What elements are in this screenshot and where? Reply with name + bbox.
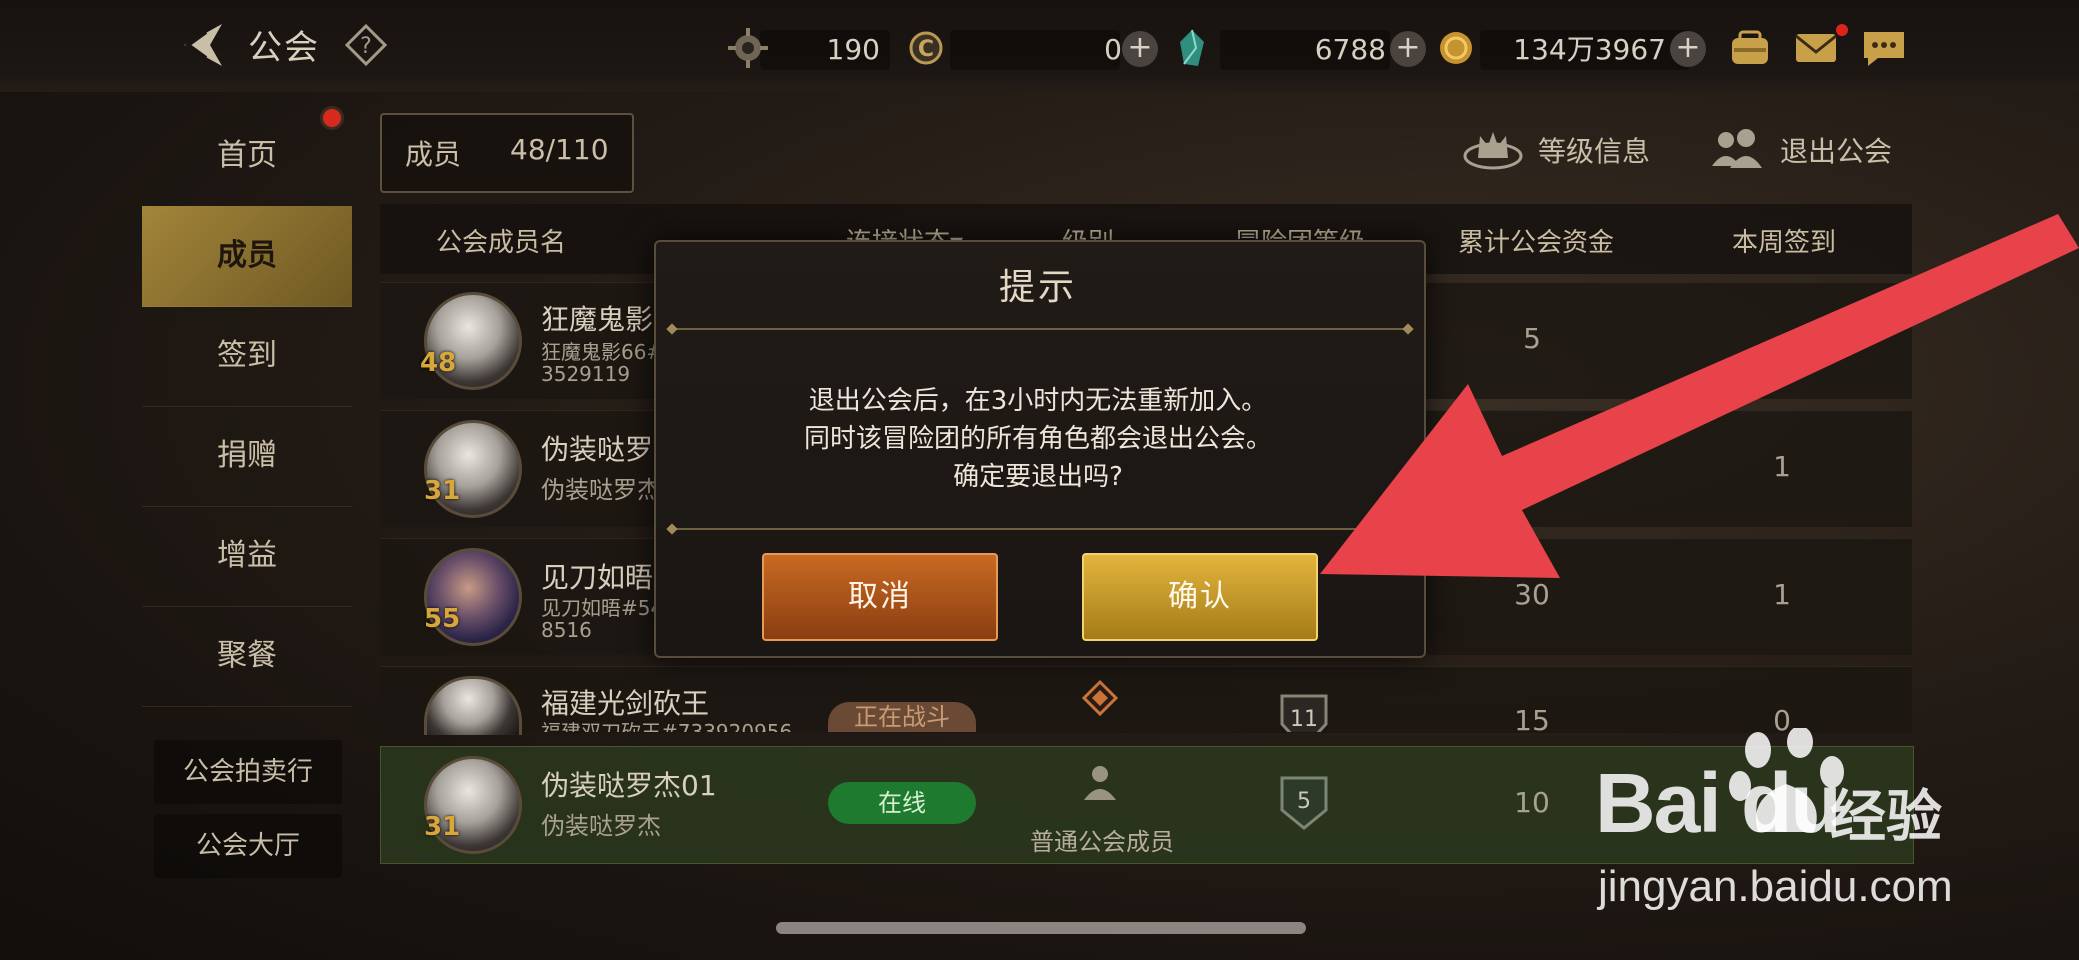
cancel-button[interactable]: 取消 [762, 553, 998, 641]
col-funds: 累计公会资金 [1458, 228, 1615, 258]
team-level-shield-icon: 11 [1280, 694, 1328, 732]
sidebar-item-home[interactable]: 首页 [142, 106, 352, 207]
col-name: 公会成员名 [436, 228, 567, 258]
chat-icon[interactable] [1860, 24, 1908, 72]
gear-emblem-icon [728, 28, 768, 68]
dialog-message-line: 退出公会后，在3小时内无法重新加入。 [808, 386, 1268, 416]
funds-cell: 30 [1514, 578, 1550, 611]
help-icon[interactable]: ? [345, 24, 387, 66]
members-count: 48/110 [510, 133, 609, 166]
coin-c-icon: C [909, 31, 943, 65]
home-indicator[interactable] [776, 922, 1306, 934]
home-notification-dot [323, 109, 341, 127]
sidebar-item-buff[interactable]: 增益 [142, 506, 352, 607]
member-id: 伪装哒罗杰 [541, 476, 661, 504]
sidebar-item-feast[interactable]: 聚餐 [142, 606, 352, 707]
add-gold-button[interactable]: + [1670, 31, 1706, 67]
member-name: 福建光剑砍王 [541, 687, 710, 720]
baidu-watermark-sub: 经验 [1830, 785, 1942, 850]
gold-coin-icon [1440, 32, 1472, 64]
resource-value: 190 [826, 33, 880, 66]
guild-hall-button[interactable]: 公会大厅 [154, 814, 342, 878]
guild-auction-button[interactable]: 公会拍卖行 [154, 740, 342, 804]
baidu-watermark-logo: Bai du [1595, 756, 1842, 850]
checkin-cell: 1 [1773, 450, 1791, 483]
member-name: 见刀如晤 [541, 561, 654, 594]
confirm-button[interactable]: 确认 [1082, 553, 1318, 641]
level-badge: 31 [424, 812, 461, 842]
guild-master-icon [1082, 680, 1118, 716]
rank-label: 普通公会成员 [1030, 828, 1174, 856]
mail-notification-dot [1836, 24, 1848, 36]
level-info-label: 等级信息 [1538, 135, 1651, 168]
member-id: 福建双刀砍王#733920956 [541, 720, 793, 732]
dialog-title: 提示 [998, 267, 1077, 308]
sidebar: 首页 成员 签到 捐赠 增益 聚餐 [142, 106, 352, 716]
baidu-watermark-url: jingyan.baidu.com [1598, 862, 1953, 911]
member-icon [1084, 766, 1116, 800]
resource-value: 6788 [1314, 33, 1386, 66]
members-label: 成员 [405, 138, 462, 171]
add-crystal-button[interactable]: + [1390, 31, 1426, 67]
team-level-shield-icon: 5 [1280, 776, 1328, 830]
funds-cell: 10 [1514, 786, 1550, 819]
funds-cell: 5 [1523, 322, 1541, 355]
add-coin-button[interactable]: + [1122, 31, 1158, 67]
status-badge: 在线 [828, 782, 976, 824]
status-badge: 正在战斗 [828, 702, 976, 732]
dialog-message-line: 确定要退出吗? [953, 462, 1123, 492]
level-badge: 48 [420, 348, 457, 378]
checkin-cell: 1 [1773, 578, 1791, 611]
crown-icon [1463, 132, 1523, 170]
member-id: 伪装哒罗杰 [541, 812, 661, 840]
members-icon [1712, 129, 1762, 168]
level-badge: 55 [424, 604, 461, 634]
member-id-cont: 3529119 [541, 362, 631, 386]
dialog-divider [672, 528, 1408, 530]
level-badge: 31 [424, 476, 461, 506]
resource-value: 0 [1104, 33, 1122, 66]
col-checkin: 本周签到 [1732, 228, 1837, 258]
sidebar-item-donate[interactable]: 捐赠 [142, 406, 352, 507]
page-title: 公会 [248, 28, 320, 68]
dialog-divider [672, 328, 1408, 330]
dialog-message-line: 同时该冒险团的所有角色都会退出公会。 [803, 424, 1272, 454]
svg-text:11: 11 [1290, 707, 1318, 732]
bag-icon[interactable] [1726, 24, 1774, 72]
quit-guild-label: 退出公会 [1780, 135, 1893, 168]
back-arrow-icon[interactable] [170, 18, 230, 72]
svg-text:5: 5 [1297, 789, 1311, 814]
member-id-cont: 8516 [541, 618, 592, 642]
resource-value: 134万3967 [1513, 33, 1666, 66]
funds-cell: 15 [1514, 704, 1550, 737]
svg-text:C: C [918, 37, 934, 62]
mail-icon[interactable] [1792, 24, 1840, 72]
sidebar-item-members[interactable]: 成员 [142, 206, 352, 307]
member-name: 伪装哒罗杰01 [541, 769, 717, 802]
sidebar-item-checkin[interactable]: 签到 [142, 306, 352, 407]
svg-text:?: ? [360, 34, 372, 59]
green-crystal-icon [1180, 29, 1204, 66]
